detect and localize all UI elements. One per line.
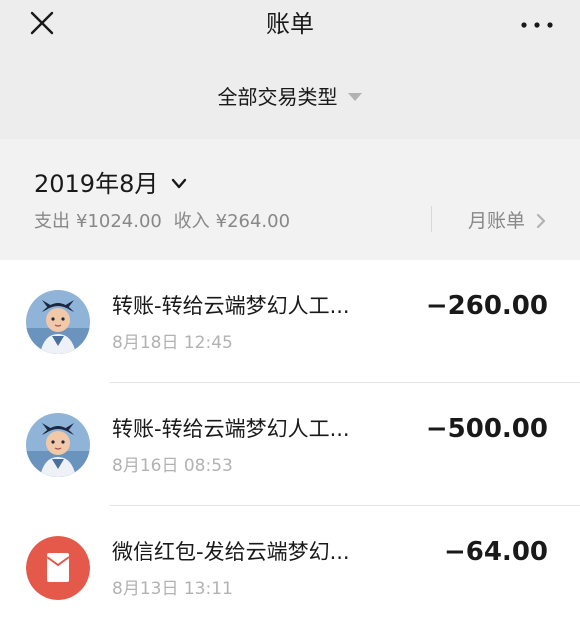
chevron-right-icon <box>537 213 546 229</box>
transaction-row[interactable]: 微信红包-发给云端梦幻... 8月13日 13:11 −64.00 <box>0 506 580 629</box>
transaction-time: 8月18日 12:45 <box>112 333 233 353</box>
chevron-down-icon <box>172 178 187 189</box>
caret-down-icon <box>347 93 362 101</box>
cartoon-avatar <box>26 413 90 477</box>
page-title: 账单 <box>266 10 314 38</box>
transaction-amount: −500.00 <box>425 414 548 444</box>
top-bar: 账单 <box>0 0 580 52</box>
transaction-amount: −64.00 <box>443 537 548 567</box>
expense-value: ¥1024.00 <box>76 211 162 232</box>
transaction-title: 转账-转给云端梦幻人工... <box>112 417 350 441</box>
more-button[interactable] <box>518 8 558 42</box>
transaction-row[interactable]: 转账-转给云端梦幻人工... 8月16日 08:53 −500.00 <box>0 383 580 506</box>
monthly-bill-link[interactable]: 月账单 <box>468 207 546 235</box>
transaction-time: 8月13日 13:11 <box>112 579 233 599</box>
filter-bar: 全部交易类型 <box>0 52 580 139</box>
summary-stats: 支出 ¥1024.00 收入 ¥264.00 <box>34 209 296 235</box>
vertical-divider <box>431 206 432 232</box>
income-value: ¥264.00 <box>215 211 291 232</box>
filter-label: 全部交易类型 <box>217 85 338 109</box>
transaction-title: 微信红包-发给云端梦幻... <box>112 540 350 564</box>
income-label: 收入 <box>173 211 210 232</box>
month-summary: 2019年8月 支出 ¥1024.00 收入 ¥264.00 月账单 <box>0 139 580 260</box>
transaction-time: 8月16日 08:53 <box>112 456 233 476</box>
transaction-type-filter[interactable]: 全部交易类型 <box>0 82 580 112</box>
month-label: 2019年8月 <box>34 170 159 198</box>
transaction-list: 转账-转给云端梦幻人工... 8月18日 12:45 −260.00 转账-转给… <box>0 260 580 629</box>
more-icon <box>521 22 553 28</box>
transaction-title: 转账-转给云端梦幻人工... <box>112 294 350 318</box>
red-packet-icon <box>26 536 90 600</box>
monthly-bill-label: 月账单 <box>468 210 526 232</box>
month-selector[interactable]: 2019年8月 <box>34 167 187 201</box>
cartoon-avatar <box>26 290 90 354</box>
expense-label: 支出 <box>34 211 70 232</box>
transaction-row[interactable]: 转账-转给云端梦幻人工... 8月18日 12:45 −260.00 <box>0 260 580 383</box>
transaction-amount: −260.00 <box>425 291 548 321</box>
